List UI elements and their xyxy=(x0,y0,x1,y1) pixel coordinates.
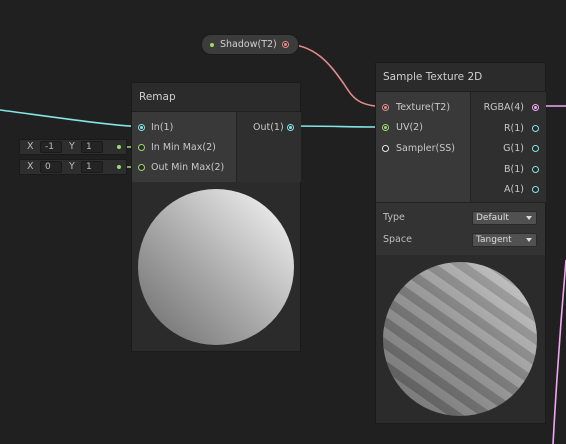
remap-node[interactable]: Remap In(1) In Min Max(2) Out Min Max(2)… xyxy=(131,82,301,352)
node-title[interactable]: Remap xyxy=(132,83,300,112)
output-port-b[interactable] xyxy=(532,166,539,173)
input-port-in-min-max[interactable] xyxy=(138,144,145,151)
node-title[interactable]: Sample Texture 2D xyxy=(376,63,545,92)
shadow-property-node[interactable]: Shadow(T2) xyxy=(201,34,299,55)
preview-sphere xyxy=(138,189,294,345)
port-core-icon xyxy=(284,43,287,46)
input-port-texture[interactable] xyxy=(382,104,389,111)
port-label-texture: Texture(T2) xyxy=(396,102,451,113)
port-core-icon xyxy=(289,126,292,129)
x-label: X xyxy=(27,141,34,152)
port-label-out: Out(1) xyxy=(253,122,284,133)
in-min-x-field[interactable]: -1 xyxy=(40,141,62,153)
property-drag-dot-icon xyxy=(210,43,214,47)
type-value: Default xyxy=(476,213,509,223)
port-core-icon xyxy=(140,126,143,129)
texture-preview xyxy=(376,255,545,423)
output-port-g[interactable] xyxy=(532,145,539,152)
out-max-y-field[interactable]: 1 xyxy=(81,161,103,173)
port-core-icon xyxy=(534,106,537,109)
output-port-a[interactable] xyxy=(532,186,539,193)
chevron-down-icon xyxy=(526,238,532,242)
inline-connector-dot-icon xyxy=(117,165,121,169)
in-max-y-field[interactable]: 1 xyxy=(81,141,103,153)
out-min-max-inline-field: X 0 Y 1 xyxy=(19,159,127,175)
space-value: Tangent xyxy=(476,235,512,245)
space-dropdown[interactable]: Tangent xyxy=(472,233,537,247)
output-port-r[interactable] xyxy=(532,125,539,132)
space-label: Space xyxy=(383,234,412,245)
port-label-sampler: Sampler(SS) xyxy=(396,143,455,154)
property-label: Shadow(T2) xyxy=(220,39,277,50)
input-port-in[interactable] xyxy=(138,124,145,131)
port-core-icon xyxy=(384,106,387,109)
property-output-port[interactable] xyxy=(282,41,289,48)
port-core-icon xyxy=(384,126,387,129)
input-port-sampler[interactable] xyxy=(382,145,389,152)
port-label-in: In(1) xyxy=(151,122,174,133)
y-label: Y xyxy=(69,161,75,172)
y-label: Y xyxy=(69,141,75,152)
port-label-a: A(1) xyxy=(504,184,524,195)
output-port-out[interactable] xyxy=(287,124,294,131)
port-label-b: B(1) xyxy=(504,164,524,175)
port-label-r: R(1) xyxy=(503,123,524,134)
port-label-rgba: RGBA(4) xyxy=(483,102,524,113)
port-label-uv: UV(2) xyxy=(396,122,423,133)
inline-connector-dot-icon xyxy=(117,145,121,149)
wire-remap-out-to-uv[interactable] xyxy=(289,125,387,128)
output-port-rgba[interactable] xyxy=(532,104,539,111)
in-min-max-inline-field: X -1 Y 1 xyxy=(19,139,127,155)
input-port-out-min-max[interactable] xyxy=(138,164,145,171)
input-port-uv[interactable] xyxy=(382,124,389,131)
wire-in-remap-in[interactable] xyxy=(0,109,142,128)
wire-rgba-down[interactable] xyxy=(552,259,566,444)
chevron-down-icon xyxy=(526,216,532,220)
port-label-out-min-max: Out Min Max(2) xyxy=(151,162,225,173)
port-label-in-min-max: In Min Max(2) xyxy=(151,142,216,153)
port-label-g: G(1) xyxy=(503,143,524,154)
type-label: Type xyxy=(383,212,405,223)
settings-panel: Type Default Space Tangent xyxy=(376,202,545,256)
x-label: X xyxy=(27,161,34,172)
preview-sphere xyxy=(383,262,537,416)
sample-texture-2d-node[interactable]: Sample Texture 2D Texture(T2) UV(2) Samp… xyxy=(375,62,546,424)
out-min-x-field[interactable]: 0 xyxy=(40,161,62,173)
type-dropdown[interactable]: Default xyxy=(472,211,537,225)
remap-preview xyxy=(132,182,300,351)
